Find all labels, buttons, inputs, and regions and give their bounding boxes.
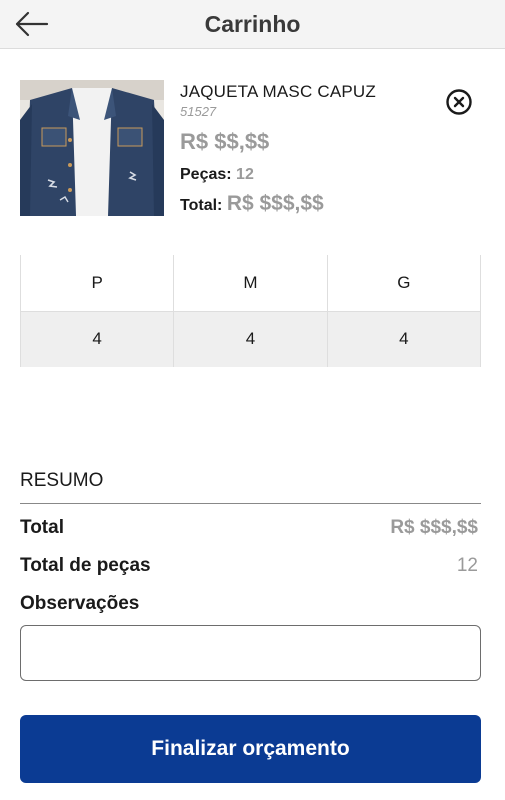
product-code: 51527 — [180, 104, 217, 119]
remove-item-button[interactable] — [445, 88, 473, 116]
quantity-label: Peças: — [180, 166, 232, 183]
summary-title: RESUMO — [20, 470, 104, 491]
product-quantity: Peças: 12 — [180, 166, 254, 184]
product-name: JAQUETA MASC CAPUZ — [180, 82, 376, 101]
size-quantity-cell[interactable]: 4 — [19, 311, 175, 367]
size-quantity-cell[interactable]: 4 — [173, 311, 328, 367]
cart-item: JAQUETA MASC CAPUZ 51527 R$ $$,$$ Peças:… — [20, 80, 485, 220]
total-label: Total: — [180, 197, 223, 214]
size-label: P — [19, 255, 175, 312]
size-label: M — [173, 255, 328, 312]
notes-label: Observações — [20, 593, 140, 614]
size-quantity-cell[interactable]: 4 — [327, 311, 482, 367]
size-header-row: P M G — [19, 255, 482, 312]
product-price: R$ $$,$$ — [180, 129, 270, 154]
summary-pieces-value: 12 — [456, 555, 478, 576]
summary-total-label: Total — [20, 517, 64, 538]
size-label: G — [327, 255, 482, 312]
close-circle-icon — [446, 89, 472, 115]
summary-total-value: R$ $$$,$$ — [390, 517, 478, 538]
product-image[interactable] — [20, 80, 164, 216]
app-bar: Carrinho — [0, 0, 505, 49]
page-title: Carrinho — [204, 11, 301, 37]
notes-input[interactable] — [20, 625, 481, 681]
summary-pieces-label: Total de peças — [20, 555, 151, 576]
summary-divider — [20, 503, 481, 504]
size-quantity-grid: P M G 4 4 4 — [19, 255, 482, 367]
finish-quote-button[interactable]: Finalizar orçamento — [20, 715, 481, 783]
product-total: Total: R$ $$$,$$ — [180, 192, 324, 216]
total-value: R$ $$$,$$ — [226, 192, 324, 215]
quantity-value: 12 — [236, 166, 254, 183]
size-quantity-row: 4 4 4 — [19, 311, 482, 367]
